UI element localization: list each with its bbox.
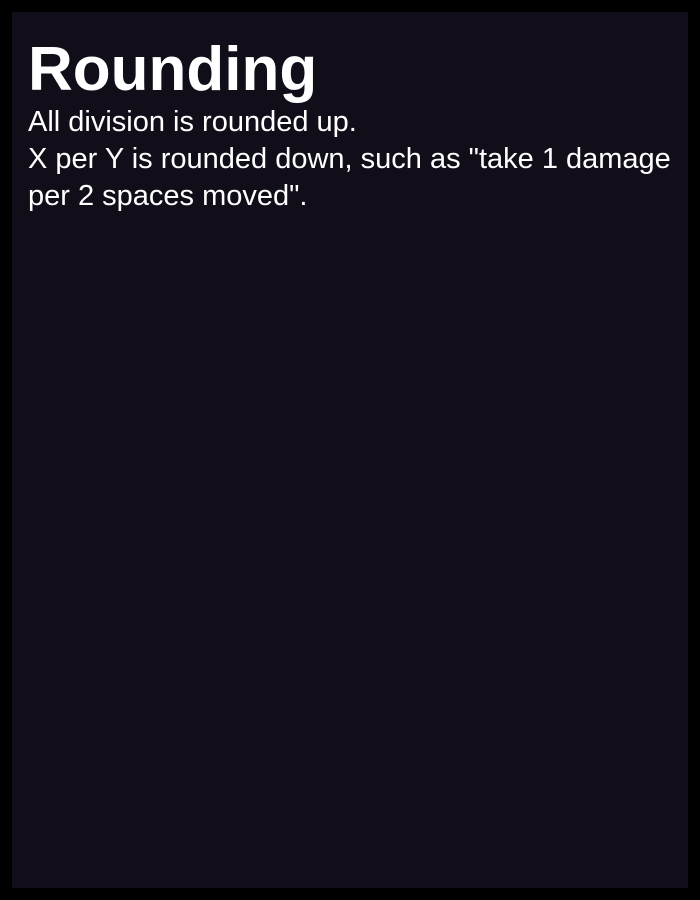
rule-division: All division is rounded up. <box>28 106 357 139</box>
rule-x-per-y: X per Y is rounded down, such as "take 1… <box>28 143 671 213</box>
rules-card: Rounding All division is rounded up. X p… <box>12 12 688 888</box>
card-title: Rounding <box>28 35 318 104</box>
